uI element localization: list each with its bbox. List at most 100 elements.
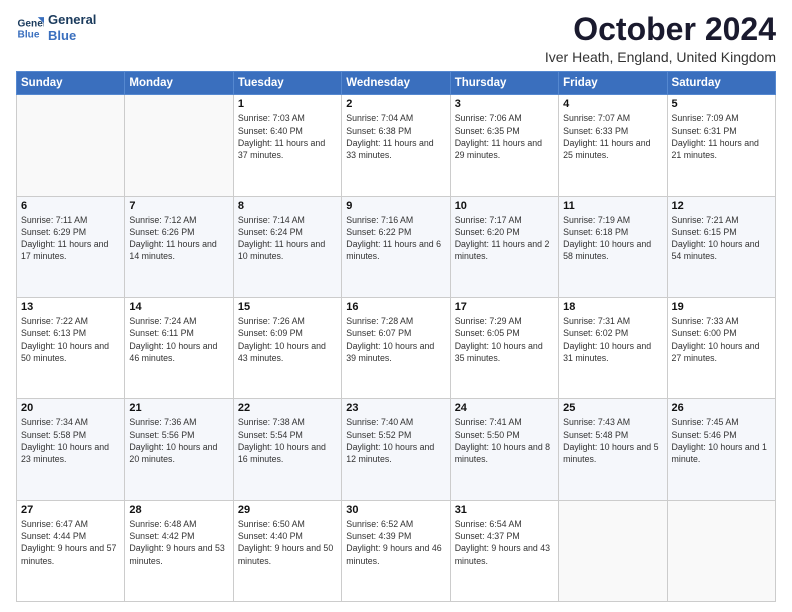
day-info: Sunrise: 7:17 AM Sunset: 6:20 PM Dayligh… <box>455 214 554 263</box>
table-row: 12 Sunrise: 7:21 AM Sunset: 6:15 PM Dayli… <box>667 196 775 297</box>
day-info: Sunrise: 7:09 AM Sunset: 6:31 PM Dayligh… <box>672 112 771 161</box>
day-number: 10 <box>455 200 554 212</box>
calendar-table: Sunday Monday Tuesday Wednesday Thursday… <box>16 71 776 602</box>
svg-text:General: General <box>18 18 44 29</box>
day-info: Sunrise: 7:28 AM Sunset: 6:07 PM Dayligh… <box>346 315 445 364</box>
logo-text-line1: General <box>48 12 96 28</box>
day-number: 11 <box>563 200 662 212</box>
table-row: 30 Sunrise: 6:52 AM Sunset: 4:39 PM Dayli… <box>342 500 450 601</box>
table-row: 9 Sunrise: 7:16 AM Sunset: 6:22 PM Daylig… <box>342 196 450 297</box>
day-info: Sunrise: 7:21 AM Sunset: 6:15 PM Dayligh… <box>672 214 771 263</box>
day-info: Sunrise: 7:19 AM Sunset: 6:18 PM Dayligh… <box>563 214 662 263</box>
day-number: 27 <box>21 504 120 516</box>
day-info: Sunrise: 7:03 AM Sunset: 6:40 PM Dayligh… <box>238 112 337 161</box>
table-row: 10 Sunrise: 7:17 AM Sunset: 6:20 PM Dayli… <box>450 196 558 297</box>
page: General Blue General Blue October 2024 I… <box>0 0 792 612</box>
header: General Blue General Blue October 2024 I… <box>16 12 776 65</box>
col-sunday: Sunday <box>17 72 125 95</box>
location: Iver Heath, England, United Kingdom <box>545 49 776 65</box>
calendar-week-row: 20 Sunrise: 7:34 AM Sunset: 5:58 PM Dayli… <box>17 399 776 500</box>
table-row: 21Sunrise: 7:36 AM Sunset: 5:56 PM Dayli… <box>125 399 233 500</box>
table-row: 13 Sunrise: 7:22 AM Sunset: 6:13 PM Dayli… <box>17 297 125 398</box>
table-row: 27 Sunrise: 6:47 AM Sunset: 4:44 PM Dayli… <box>17 500 125 601</box>
day-number: 1 <box>238 98 337 110</box>
title-block: October 2024 Iver Heath, England, United… <box>545 12 776 65</box>
day-info: Sunrise: 7:26 AM Sunset: 6:09 PM Dayligh… <box>238 315 337 364</box>
day-info: Sunrise: 7:40 AM Sunset: 5:52 PM Dayligh… <box>346 416 445 465</box>
table-row: 20 Sunrise: 7:34 AM Sunset: 5:58 PM Dayli… <box>17 399 125 500</box>
table-row: 31 Sunrise: 6:54 AM Sunset: 4:37 PM Dayli… <box>450 500 558 601</box>
calendar-week-row: 1 Sunrise: 7:03 AM Sunset: 6:40 PM Daylig… <box>17 95 776 196</box>
table-row: 8 Sunrise: 7:14 AM Sunset: 6:24 PM Daylig… <box>233 196 341 297</box>
col-wednesday: Wednesday <box>342 72 450 95</box>
table-row: 28Sunrise: 6:48 AM Sunset: 4:42 PM Dayli… <box>125 500 233 601</box>
logo-text-line2: Blue <box>48 28 96 44</box>
col-monday: Monday <box>125 72 233 95</box>
day-number: 4 <box>563 98 662 110</box>
day-info: Sunrise: 7:29 AM Sunset: 6:05 PM Dayligh… <box>455 315 554 364</box>
day-number: 18 <box>563 301 662 313</box>
day-number: 2 <box>346 98 445 110</box>
table-row: 29 Sunrise: 6:50 AM Sunset: 4:40 PM Dayli… <box>233 500 341 601</box>
calendar-week-row: 13 Sunrise: 7:22 AM Sunset: 6:13 PM Dayli… <box>17 297 776 398</box>
day-info: Sunrise: 6:47 AM Sunset: 4:44 PM Dayligh… <box>21 518 120 567</box>
col-tuesday: Tuesday <box>233 72 341 95</box>
day-number: 14 <box>129 301 228 313</box>
svg-text:Blue: Blue <box>18 29 40 40</box>
day-number: 3 <box>455 98 554 110</box>
day-info: Sunrise: 7:34 AM Sunset: 5:58 PM Dayligh… <box>21 416 120 465</box>
day-number: 12 <box>672 200 771 212</box>
day-number: 13 <box>21 301 120 313</box>
table-row <box>17 95 125 196</box>
table-row <box>559 500 667 601</box>
table-row: 24Sunrise: 7:41 AM Sunset: 5:50 PM Dayli… <box>450 399 558 500</box>
day-info: Sunrise: 6:52 AM Sunset: 4:39 PM Dayligh… <box>346 518 445 567</box>
table-row: 3 Sunrise: 7:06 AM Sunset: 6:35 PM Daylig… <box>450 95 558 196</box>
calendar-week-row: 6Sunrise: 7:11 AM Sunset: 6:29 PM Daylig… <box>17 196 776 297</box>
day-number: 30 <box>346 504 445 516</box>
table-row: 23Sunrise: 7:40 AM Sunset: 5:52 PM Dayli… <box>342 399 450 500</box>
table-row: 15 Sunrise: 7:26 AM Sunset: 6:09 PM Dayli… <box>233 297 341 398</box>
table-row: 11 Sunrise: 7:19 AM Sunset: 6:18 PM Dayli… <box>559 196 667 297</box>
day-number: 5 <box>672 98 771 110</box>
day-number: 21 <box>129 402 228 414</box>
col-friday: Friday <box>559 72 667 95</box>
day-info: Sunrise: 7:43 AM Sunset: 5:48 PM Dayligh… <box>563 416 662 465</box>
day-number: 15 <box>238 301 337 313</box>
day-number: 29 <box>238 504 337 516</box>
day-number: 22 <box>238 402 337 414</box>
day-number: 19 <box>672 301 771 313</box>
day-info: Sunrise: 7:33 AM Sunset: 6:00 PM Dayligh… <box>672 315 771 364</box>
table-row: 18 Sunrise: 7:31 AM Sunset: 6:02 PM Dayli… <box>559 297 667 398</box>
day-number: 20 <box>21 402 120 414</box>
table-row: 5 Sunrise: 7:09 AM Sunset: 6:31 PM Daylig… <box>667 95 775 196</box>
day-number: 26 <box>672 402 771 414</box>
day-info: Sunrise: 6:54 AM Sunset: 4:37 PM Dayligh… <box>455 518 554 567</box>
day-info: Sunrise: 7:16 AM Sunset: 6:22 PM Dayligh… <box>346 214 445 263</box>
day-info: Sunrise: 7:45 AM Sunset: 5:46 PM Dayligh… <box>672 416 771 465</box>
day-number: 16 <box>346 301 445 313</box>
day-number: 9 <box>346 200 445 212</box>
day-number: 28 <box>129 504 228 516</box>
day-info: Sunrise: 7:06 AM Sunset: 6:35 PM Dayligh… <box>455 112 554 161</box>
day-info: Sunrise: 6:50 AM Sunset: 4:40 PM Dayligh… <box>238 518 337 567</box>
calendar-header-row: Sunday Monday Tuesday Wednesday Thursday… <box>17 72 776 95</box>
day-number: 25 <box>563 402 662 414</box>
table-row: 7Sunrise: 7:12 AM Sunset: 6:26 PM Daylig… <box>125 196 233 297</box>
day-number: 17 <box>455 301 554 313</box>
day-info: Sunrise: 7:11 AM Sunset: 6:29 PM Dayligh… <box>21 214 120 263</box>
month-title: October 2024 <box>545 12 776 47</box>
table-row: 14 Sunrise: 7:24 AM Sunset: 6:11 PM Dayli… <box>125 297 233 398</box>
day-info: Sunrise: 7:22 AM Sunset: 6:13 PM Dayligh… <box>21 315 120 364</box>
day-number: 31 <box>455 504 554 516</box>
day-number: 7 <box>129 200 228 212</box>
table-row: 16 Sunrise: 7:28 AM Sunset: 6:07 PM Dayli… <box>342 297 450 398</box>
table-row: 26 Sunrise: 7:45 AM Sunset: 5:46 PM Dayli… <box>667 399 775 500</box>
day-info: Sunrise: 7:14 AM Sunset: 6:24 PM Dayligh… <box>238 214 337 263</box>
day-number: 8 <box>238 200 337 212</box>
table-row: 22Sunrise: 7:38 AM Sunset: 5:54 PM Dayli… <box>233 399 341 500</box>
table-row: 2Sunrise: 7:04 AM Sunset: 6:38 PM Daylig… <box>342 95 450 196</box>
col-thursday: Thursday <box>450 72 558 95</box>
day-info: Sunrise: 7:31 AM Sunset: 6:02 PM Dayligh… <box>563 315 662 364</box>
day-info: Sunrise: 7:24 AM Sunset: 6:11 PM Dayligh… <box>129 315 228 364</box>
